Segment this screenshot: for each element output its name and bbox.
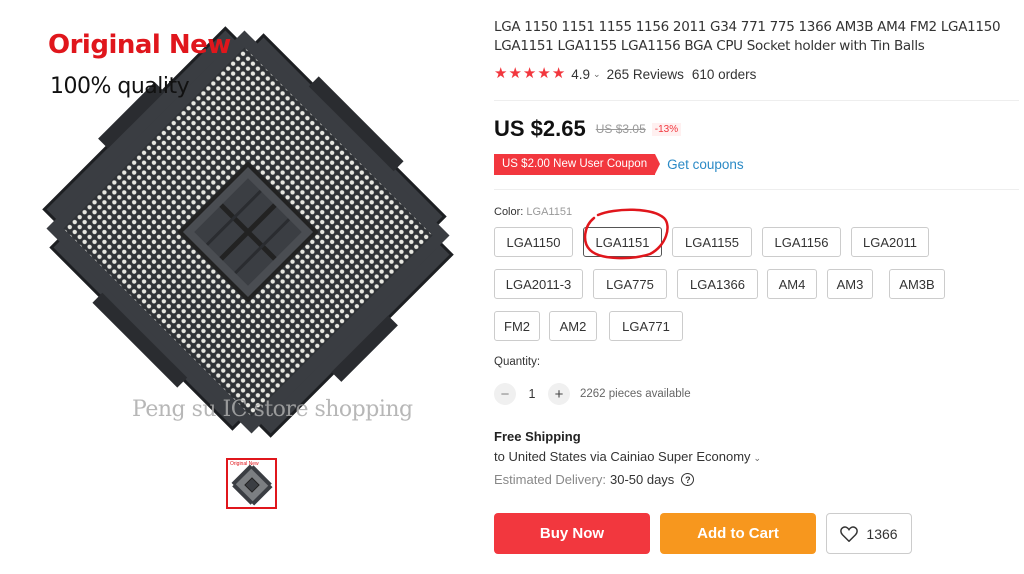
sku-option-am3[interactable]: AM3	[827, 269, 873, 299]
product-title: LGA 1150 1151 1155 1156 2011 G34 771 775…	[494, 19, 1001, 54]
chevron-down-icon[interactable]: ⌄	[593, 69, 601, 80]
add-to-cart-button[interactable]: Add to Cart	[660, 513, 816, 554]
shipping-destination-text: to United States via Cainiao Super Econo…	[494, 449, 751, 464]
sku-option-am3b[interactable]: AM3B	[889, 269, 945, 299]
help-icon[interactable]: ?	[681, 473, 695, 486]
rating-value[interactable]: 4.9	[571, 67, 590, 82]
color-selected-value: LGA1151	[526, 206, 573, 218]
heart-icon	[840, 525, 859, 542]
star-icon: ★	[522, 65, 537, 82]
original-price: US $3.05	[595, 122, 646, 136]
thumbnail-socket-icon	[231, 464, 273, 506]
star-icon: ★	[508, 65, 522, 82]
color-label: Color: LGA1151	[494, 206, 572, 218]
sku-option-lga1150[interactable]: LGA1150	[494, 227, 573, 257]
delivery-days: 30-50 days	[609, 472, 675, 487]
wishlist-button[interactable]: 1366	[826, 513, 912, 554]
reviews-link[interactable]: 265 Reviews	[607, 67, 684, 82]
star-icon: ★	[551, 65, 566, 82]
cpu-socket-image	[42, 26, 454, 438]
sku-option-lga775[interactable]: LGA775	[593, 269, 667, 299]
sku-option-lga1366[interactable]: LGA1366	[677, 269, 758, 299]
color-label-text: Color:	[494, 206, 524, 218]
current-price: US $2.65	[494, 116, 586, 141]
sku-option-lga2011[interactable]: LGA2011	[851, 227, 929, 257]
discount-badge: -13%	[651, 122, 682, 136]
overlay-subtitle: 100% quality	[50, 74, 190, 99]
get-coupons-link[interactable]: Get coupons	[667, 157, 744, 172]
shipping-destination[interactable]: to United States via Cainiao Super Econo…	[494, 449, 761, 464]
shipping-title: Free Shipping	[494, 429, 581, 444]
watermark: Peng su IC store shopping	[132, 397, 413, 422]
quantity-decrease-button[interactable]: −	[494, 383, 516, 405]
divider	[494, 100, 1019, 101]
sku-option-am4[interactable]: AM4	[767, 269, 817, 299]
sku-option-lga771[interactable]: LGA771	[609, 311, 683, 341]
sku-option-fm2[interactable]: FM2	[494, 311, 540, 341]
coupon-row: US $2.00 New User Coupon Get coupons	[494, 154, 744, 175]
thumbnail-image[interactable]: Original New	[226, 458, 277, 509]
sku-option-lga1155[interactable]: LGA1155	[672, 227, 752, 257]
sku-option-am2[interactable]: AM2	[549, 311, 597, 341]
quantity-stepper: − 1 + 2262 pieces available	[494, 383, 691, 405]
quantity-label: Quantity:	[494, 356, 541, 368]
sku-option-lga2011-3[interactable]: LGA2011-3	[494, 269, 583, 299]
main-product-image[interactable]: Original New 100% quality Peng su IC sto…	[0, 0, 470, 450]
delivery-label: Estimated Delivery:	[494, 472, 606, 487]
wishlist-count: 1366	[866, 525, 898, 542]
estimated-delivery: Estimated Delivery: 30-50 days ?	[494, 472, 695, 487]
quantity-increase-button[interactable]: +	[548, 383, 570, 405]
sku-option-lga1151[interactable]: LGA1151	[583, 227, 662, 257]
quantity-input[interactable]: 1	[516, 387, 548, 401]
star-icon: ★	[537, 65, 551, 82]
star-icon: ★	[494, 65, 508, 82]
price-row: US $2.65 US $3.05 -13%	[494, 116, 682, 142]
sku-option-lga1156[interactable]: LGA1156	[762, 227, 841, 257]
buy-now-button[interactable]: Buy Now	[494, 513, 650, 554]
new-user-coupon-badge[interactable]: US $2.00 New User Coupon	[494, 154, 661, 175]
chevron-down-icon: ⌄	[753, 453, 762, 463]
overlay-title: Original New	[48, 30, 231, 60]
pieces-available: 2262 pieces available	[580, 388, 691, 400]
rating-stars: ★ ★ ★ ★ ★	[494, 66, 565, 82]
thumbnail-text: Original New	[230, 461, 259, 467]
divider	[494, 189, 1019, 190]
orders-count: 610 orders	[691, 66, 757, 82]
rating-row: ★ ★ ★ ★ ★ 4.9 ⌄ 265 Reviews 610 orders	[494, 66, 756, 82]
